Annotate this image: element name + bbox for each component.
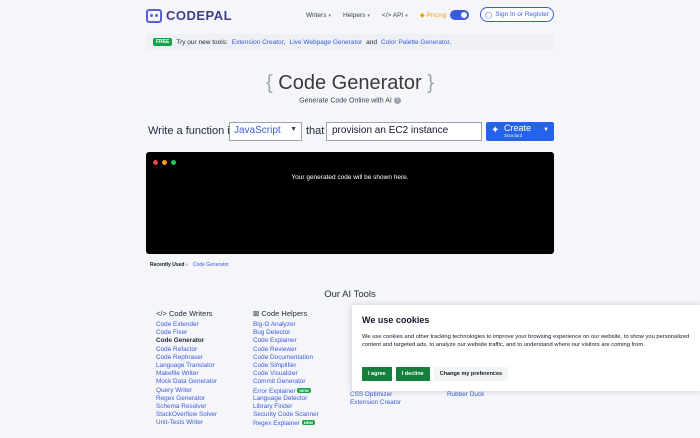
user-icon: ◯ (484, 11, 493, 19)
tool-link[interactable]: Code Simplifier (253, 362, 319, 370)
free-badge: FREE (153, 38, 173, 46)
code-output-terminal[interactable]: Your generated code will be shown here. (146, 152, 554, 254)
yellow-dot-icon (162, 160, 167, 165)
tools-column-4: Rubber Duck (447, 391, 484, 399)
write-label: Write a function in (148, 125, 236, 137)
chevron-down-icon: ▼ (290, 126, 297, 133)
code-helpers-heading: ⊠ Code Helpers (253, 309, 308, 318)
new-badge: NEW (297, 387, 311, 393)
tools-column-3: CSS Optimizer Extension Creator (350, 391, 401, 407)
logo[interactable]: CODEPAL (146, 8, 232, 23)
new-badge: NEW (301, 420, 316, 426)
page-title: { Code Generator } (266, 72, 434, 94)
create-button[interactable]: ✦ Create Standard ▼ (486, 122, 554, 141)
tool-link[interactable]: Code Extender (156, 321, 217, 329)
tool-link[interactable]: Security Code Scanner (253, 411, 319, 419)
tool-link[interactable]: Makefile Writer (156, 370, 217, 378)
tool-link[interactable]: Regex Explainer NEW (253, 419, 319, 427)
link-live-webpage-generator[interactable]: Live Webpage Generator (290, 39, 363, 46)
sparkle-icon: ✦ (491, 125, 500, 136)
chevron-down-icon: ▾ (405, 12, 408, 19)
green-dot-icon (171, 160, 176, 165)
cookie-agree-button[interactable]: I agree (362, 367, 392, 381)
tool-link[interactable]: Code Documentation (253, 354, 319, 362)
tool-link[interactable]: Code Rephraser (156, 354, 217, 362)
chevron-down-icon: ▼ (543, 127, 549, 133)
nav-helpers[interactable]: Helpers ▾ (343, 12, 370, 19)
nav-writers[interactable]: Writers ▾ (306, 12, 331, 19)
tool-link[interactable]: Mock Data Generator (156, 378, 217, 386)
chevron-down-icon: ▾ (328, 12, 331, 19)
tool-link[interactable]: Code Fixer (156, 329, 217, 337)
main-nav: Writers ▾ Helpers ▾ </> API ▾ ◆ Pricing (306, 11, 447, 20)
tool-link[interactable]: Code Refactor (156, 346, 217, 354)
tool-link[interactable]: Extension Creator (350, 399, 401, 407)
link-color-palette-generator[interactable]: Color Palette Generator (381, 39, 450, 46)
chevron-down-icon: ▾ (367, 12, 370, 19)
link-extension-creator[interactable]: Extension Creator (232, 39, 284, 46)
language-select[interactable]: JavaScript ▼ (229, 122, 302, 141)
tool-link[interactable]: Code Visualizer (253, 370, 319, 378)
tool-link[interactable]: Language Detector (253, 395, 319, 403)
tool-link[interactable]: Code Generator (156, 337, 217, 345)
signin-button[interactable]: ◯ Sign In or Register (480, 7, 554, 22)
cookie-buttons: I agree I decline Change my preferences (362, 367, 509, 381)
tool-link[interactable]: Library Finder (253, 403, 319, 411)
cookie-text: We use cookies and other tracking techno… (362, 334, 690, 348)
code-writers-list: Code Extender Code Fixer Code Generator Cod… (156, 321, 217, 427)
nav-api[interactable]: </> API ▾ (382, 12, 408, 19)
red-dot-icon (153, 160, 158, 165)
tools-title: Our AI Tools (324, 289, 376, 300)
tool-link[interactable]: CSS Optimizer (350, 391, 401, 399)
code-helpers-list: Big-O Analyzer Bug Detector Code Explainer… (253, 321, 319, 427)
tool-link[interactable]: Language Translator (156, 362, 217, 370)
announcement-bar: FREE Try our new tools: Extension Creato… (146, 34, 554, 50)
code-icon: </> (156, 309, 167, 318)
tool-link[interactable]: Code Reviewer (253, 346, 319, 354)
cookie-banner: We use cookies We use cookies and other … (352, 305, 700, 391)
tool-link[interactable]: Bug Detector (253, 329, 319, 337)
robot-icon (146, 8, 162, 23)
chevron-right-icon: › (185, 262, 188, 268)
code-icon: </> (381, 11, 392, 19)
tool-link[interactable]: Code Explainer (253, 337, 319, 345)
tool-link[interactable]: Schema Resolver (156, 403, 217, 411)
logo-text: CODEPAL (166, 8, 233, 23)
prompt-input[interactable]: provision an EC2 instance (326, 122, 482, 141)
tool-link[interactable]: Error Explainer NEW (253, 387, 319, 395)
recently-used: Recently Used › Code Generator (150, 262, 229, 268)
code-writers-column: </> Code Writers Code Extender Code Fixer… (156, 309, 217, 427)
helpers-icon: ⊠ (253, 309, 260, 318)
tool-link[interactable]: Rubber Duck (447, 391, 484, 399)
theme-toggle[interactable] (450, 10, 469, 20)
tool-link[interactable]: Regex Generator (156, 395, 217, 403)
prompt-row: Write a function in JavaScript ▼ that pr… (0, 122, 700, 142)
cookie-title: We use cookies (362, 315, 430, 325)
code-helpers-column: ⊠ Code Helpers Big-O Analyzer Bug Detecto… (253, 309, 319, 427)
cookie-decline-button[interactable]: I decline (395, 367, 430, 381)
code-writers-heading: </> Code Writers (156, 309, 213, 318)
that-label: that (306, 125, 325, 137)
tool-link[interactable]: Big-O Analyzer (253, 321, 319, 329)
site-header: CODEPAL Writers ▾ Helpers ▾ </> API ▾ ◆ Pri… (0, 0, 700, 32)
page-subtitle: Generate Code Online with AI ? (0, 97, 700, 104)
tool-link[interactable]: Commit Generator (253, 378, 319, 386)
output-placeholder: Your generated code will be shown here. (291, 174, 409, 181)
nav-pricing[interactable]: ◆ Pricing (420, 11, 447, 19)
tool-link[interactable]: Unit-Tests Writer (156, 419, 217, 427)
price-tag-icon: ◆ (419, 12, 425, 19)
info-icon[interactable]: ? (393, 97, 401, 104)
tool-link[interactable]: Query Writer (156, 387, 217, 395)
cookie-preferences-button[interactable]: Change my preferences (433, 367, 509, 381)
recent-item-code-generator[interactable]: Code Generator (193, 262, 229, 268)
tool-link[interactable]: StackOverflow Solver (156, 411, 217, 419)
